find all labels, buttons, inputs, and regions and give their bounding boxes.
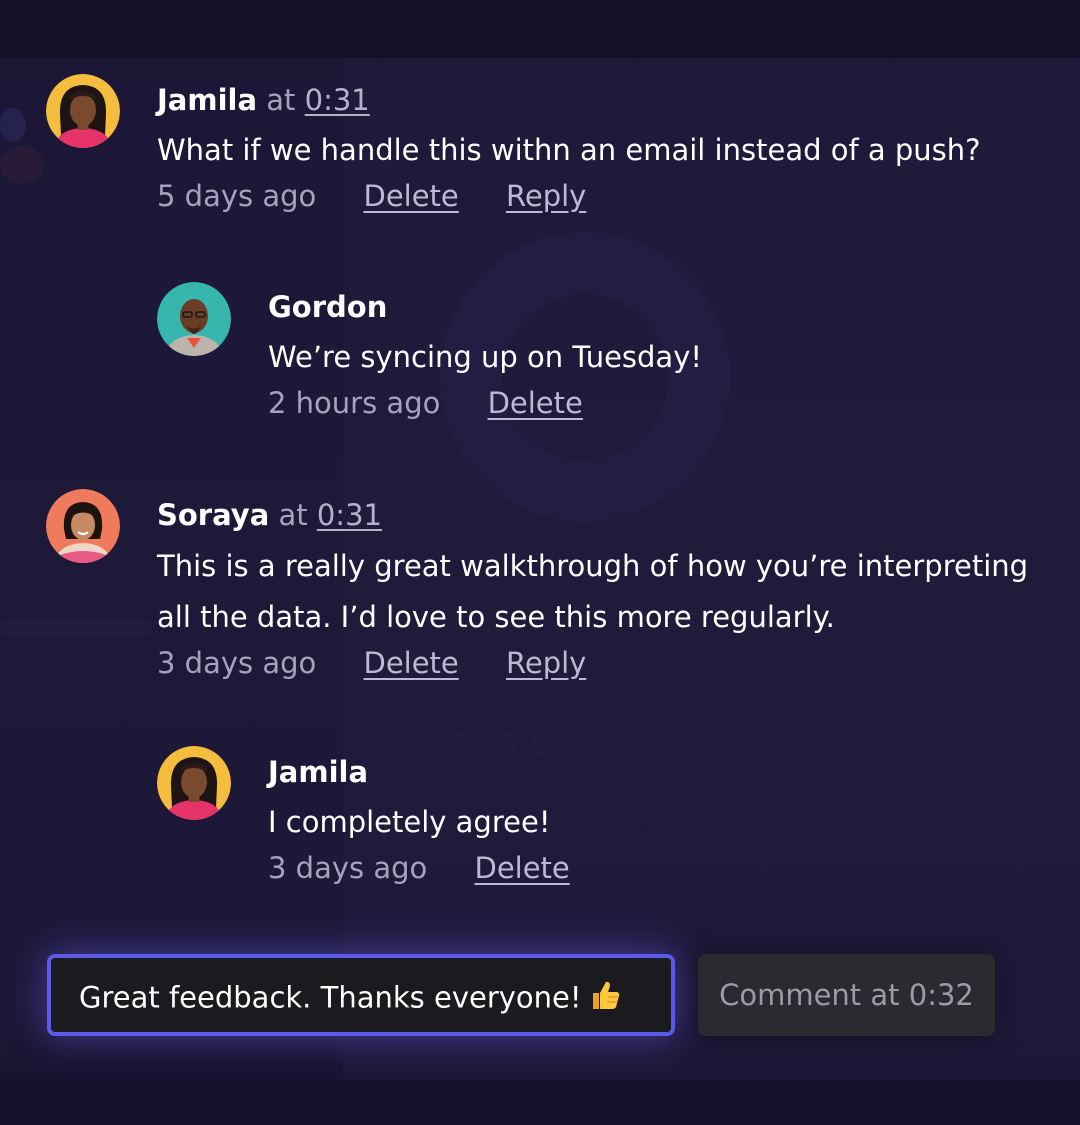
comment-author: Jamila bbox=[268, 755, 369, 789]
comment-header: Jamila at 0:31 bbox=[157, 82, 981, 118]
comment-meta: 3 days ago Delete Reply bbox=[157, 643, 1028, 683]
comment-timestamp-link[interactable]: 0:31 bbox=[305, 83, 370, 117]
delete-link[interactable]: Delete bbox=[363, 643, 458, 683]
comment-meta: 5 days ago Delete Reply bbox=[157, 176, 981, 216]
comments-panel: 12.2 Jamila at 0:31 What if we handle th… bbox=[0, 0, 1080, 1125]
top-bar bbox=[0, 0, 1080, 58]
avatar-jamila bbox=[46, 74, 120, 148]
comment-reply: Jamila I completely agree! 3 days ago De… bbox=[268, 754, 608, 888]
delete-link[interactable]: Delete bbox=[474, 848, 569, 888]
comment-meta: 2 hours ago Delete bbox=[268, 383, 702, 423]
comment-age: 2 hours ago bbox=[268, 386, 441, 420]
bottom-bar bbox=[0, 1080, 1080, 1125]
avatar-jamila bbox=[157, 746, 231, 820]
comment-text: What if we handle this withn an email in… bbox=[157, 133, 981, 167]
background-bar bbox=[0, 620, 152, 636]
comment-text-line: all the data. I’d love to see this more … bbox=[157, 600, 835, 634]
reply-link[interactable]: Reply bbox=[506, 176, 586, 216]
comment-text: We’re syncing up on Tuesday! bbox=[268, 340, 702, 374]
avatar-soraya bbox=[46, 489, 120, 563]
comment-at-label: at bbox=[278, 498, 308, 532]
comment-timestamp-link[interactable]: 0:31 bbox=[317, 498, 382, 532]
comment-header: Gordon bbox=[268, 289, 702, 325]
comment-reply: Gordon We’re syncing up on Tuesday! 2 ho… bbox=[268, 289, 702, 423]
comment-at-label: at bbox=[266, 83, 296, 117]
comment-meta: 3 days ago Delete bbox=[268, 848, 608, 888]
comment-text: I completely agree! bbox=[268, 805, 551, 839]
comment-text-line: This is a really great walkthrough of ho… bbox=[157, 549, 1029, 583]
comment: Soraya at 0:31 This is a really great wa… bbox=[157, 497, 1028, 683]
comment-author: Jamila bbox=[157, 83, 258, 117]
background-bar bbox=[530, 734, 770, 756]
delete-link[interactable]: Delete bbox=[488, 383, 583, 423]
comment-age: 5 days ago bbox=[157, 179, 317, 213]
comment-author: Soraya bbox=[157, 498, 270, 532]
thumbs-up-icon bbox=[588, 978, 622, 1021]
background-dot bbox=[0, 146, 44, 184]
comment-input[interactable]: Great feedback. Thanks everyone! bbox=[79, 978, 622, 1021]
comment-header: Soraya at 0:31 bbox=[157, 497, 1028, 533]
comment: Jamila at 0:31 What if we handle this wi… bbox=[157, 82, 981, 216]
background-bar bbox=[885, 414, 1080, 434]
comment-input-value: Great feedback. Thanks everyone! bbox=[79, 980, 582, 1015]
comment-age: 3 days ago bbox=[157, 646, 317, 680]
comment-age: 3 days ago bbox=[268, 851, 428, 885]
comment-header: Jamila bbox=[268, 754, 608, 790]
background-bar bbox=[645, 810, 855, 832]
background-metric: 12.2 bbox=[890, 308, 1080, 408]
reply-link[interactable]: Reply bbox=[506, 643, 586, 683]
comment-input-box[interactable]: Great feedback. Thanks everyone! bbox=[47, 954, 675, 1036]
comment-submit-button[interactable]: Comment at 0:32 bbox=[698, 954, 995, 1036]
comment-text: This is a really great walkthrough of ho… bbox=[157, 541, 1028, 643]
avatar-gordon bbox=[157, 282, 231, 356]
comment-author: Gordon bbox=[268, 290, 388, 324]
background-dot bbox=[0, 108, 26, 142]
delete-link[interactable]: Delete bbox=[363, 176, 458, 216]
